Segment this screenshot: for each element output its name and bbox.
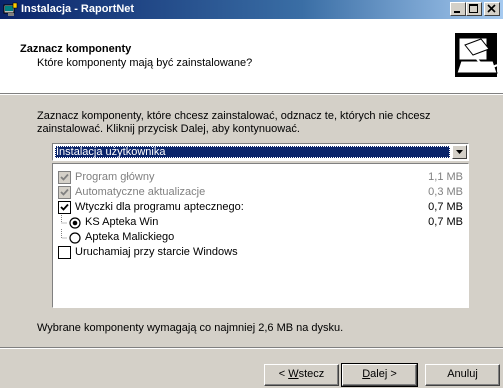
window-title: Instalacja - RaportNet — [21, 3, 135, 15]
component-label: Uruchamiaj przy starcie Windows — [75, 246, 238, 258]
component-size: 0,3 MB — [428, 186, 463, 198]
wizard-header: Zaznacz komponenty Które komponenty mają… — [0, 19, 503, 94]
required-space-text: Wybrane komponenty wymagają co najmniej … — [37, 322, 344, 334]
instruction-text: Zaznacz komponenty, które chcesz zainsta… — [37, 110, 431, 135]
cancel-button[interactable]: Anuluj — [425, 364, 500, 386]
installer-app-icon — [3, 2, 18, 16]
component-label: Apteka Malickiego — [85, 231, 175, 243]
component-size: 1,1 MB — [428, 171, 463, 183]
chevron-down-icon — [456, 150, 463, 154]
checkbox-unchecked[interactable] — [58, 246, 71, 259]
checkbox-checked-disabled[interactable] — [58, 171, 71, 184]
back-mnemonic: W — [288, 368, 299, 380]
header-divider — [0, 94, 503, 95]
dropdown-button[interactable] — [452, 145, 467, 159]
component-size: 0,7 MB — [428, 216, 463, 228]
component-program-glowny[interactable]: Program główny 1,1 MB — [53, 170, 468, 185]
setup-computer-icon — [455, 33, 498, 77]
next-label-rest: alej > — [370, 368, 397, 380]
radio-unselected[interactable] — [69, 232, 81, 244]
component-label: KS Apteka Win — [85, 216, 159, 228]
setup-type-selected: Instalacja użytkownika — [55, 146, 450, 158]
next-mnemonic: D — [362, 368, 371, 380]
component-autostart[interactable]: Uruchamiaj przy starcie Windows — [53, 245, 468, 260]
button-separator — [0, 347, 503, 349]
minimize-button[interactable] — [450, 2, 466, 16]
close-icon — [487, 4, 496, 13]
close-button[interactable] — [484, 2, 500, 16]
component-ks-apteka-win[interactable]: KS Apteka Win 0,7 MB — [53, 215, 468, 230]
component-size: 0,7 MB — [428, 201, 463, 213]
back-button[interactable]: < Wstecz — [264, 364, 339, 386]
back-prefix: < — [278, 368, 289, 380]
checkmark-icon — [60, 173, 69, 181]
setup-type-dropdown[interactable]: Instalacja użytkownika — [52, 143, 469, 161]
radio-selected[interactable] — [69, 217, 81, 229]
components-list[interactable]: Program główny 1,1 MB Automatyczne aktua… — [52, 163, 469, 308]
maximize-button[interactable] — [466, 2, 482, 16]
checkmark-icon — [60, 203, 69, 211]
next-button[interactable]: Dalej > — [341, 363, 418, 387]
minimize-icon — [454, 11, 460, 13]
checkbox-checked[interactable] — [58, 201, 71, 214]
checkbox-checked-disabled[interactable] — [58, 186, 71, 199]
component-apteka-malickiego[interactable]: Apteka Malickiego — [53, 229, 468, 245]
title-bar[interactable]: Instalacja - RaportNet — [0, 0, 503, 19]
component-label: Automatyczne aktualizacje — [75, 186, 206, 198]
component-label: Program główny — [75, 171, 155, 183]
back-label-rest: stecz — [298, 368, 325, 380]
checkmark-icon — [60, 188, 69, 196]
page-subtitle: Które komponenty mają być zainstalowane? — [37, 57, 253, 69]
component-wtyczki[interactable]: Wtyczki dla programu aptecznego: 0,7 MB — [53, 200, 468, 215]
page-title: Zaznacz komponenty — [20, 43, 132, 55]
maximize-icon — [469, 4, 478, 13]
component-label: Wtyczki dla programu aptecznego: — [75, 201, 244, 213]
component-automatyczne-aktualizacje[interactable]: Automatyczne aktualizacje 0,3 MB — [53, 185, 468, 200]
